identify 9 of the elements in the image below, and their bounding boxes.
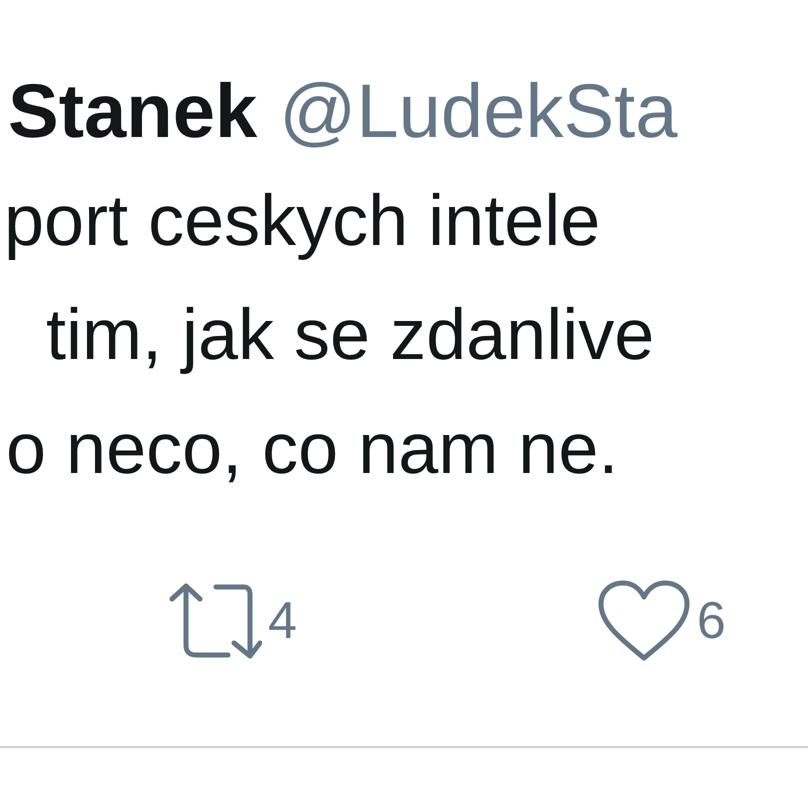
tweet-text-line: port ceskych intele (3, 180, 602, 263)
retweet-icon[interactable] (168, 583, 262, 659)
author-name[interactable]: Stanek (8, 69, 258, 154)
action-count: 6 (696, 591, 726, 652)
action-count: 4 (268, 591, 297, 652)
tweet-text-line: o neco, co nam ne. (5, 408, 620, 491)
heart-icon[interactable] (596, 580, 691, 662)
tweet-text-line: tim, jak se zdanlive (45, 294, 656, 377)
author-handle[interactable]: @LudekSta (279, 69, 678, 154)
